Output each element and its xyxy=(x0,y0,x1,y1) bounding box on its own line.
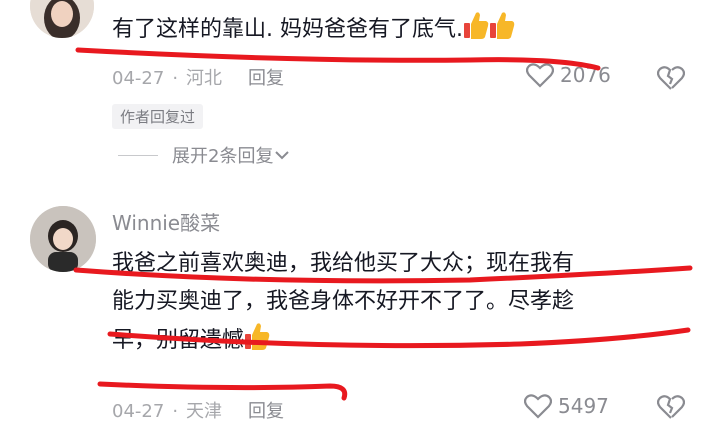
comment-text: 有了这样的靠山. 妈妈爸爸有了底气. xyxy=(112,10,515,49)
thumbs-up-emoji xyxy=(244,321,270,351)
comment-line: 我爸之前喜欢奥迪，我给他买了大众；现在我有 xyxy=(112,251,575,276)
comment-line: 早，别留遗憾 xyxy=(112,321,574,360)
like-count: 5497 xyxy=(558,394,609,418)
comment-location: 天津 xyxy=(186,401,223,422)
heart-icon xyxy=(526,63,554,88)
username[interactable]: Winnie酸菜 xyxy=(112,207,220,236)
like-button[interactable]: 2076 xyxy=(526,62,611,88)
avatar[interactable] xyxy=(30,0,94,38)
broken-heart-icon[interactable] xyxy=(657,64,685,92)
comment-meta: 04-27 · 天津 回复 xyxy=(112,401,285,422)
author-replied-badge: 作者回复过 xyxy=(112,104,204,129)
thumbs-up-emoji xyxy=(489,10,515,40)
comment-date: 04-27 xyxy=(112,401,165,422)
broken-heart-icon[interactable] xyxy=(657,393,685,421)
expand-replies-label: 展开2条回复 xyxy=(172,146,274,167)
expand-replies-button[interactable]: 展开2条回复 xyxy=(118,142,291,168)
red-underline-annotation xyxy=(73,47,693,401)
heart-icon xyxy=(524,394,552,419)
thumbs-up-emoji xyxy=(463,10,489,40)
divider xyxy=(118,154,158,156)
comment-line: 能力买奥迪了，我爸身体不好开不了了。尽孝趁 xyxy=(112,289,575,314)
reply-button[interactable]: 回复 xyxy=(248,68,284,89)
reply-button[interactable]: 回复 xyxy=(248,401,284,422)
like-button[interactable]: 5497 xyxy=(524,393,609,419)
like-count: 2076 xyxy=(560,63,611,87)
comment-meta: 04-27 · 河北 回复 xyxy=(112,68,285,89)
comment-text: 我爸之前喜欢奥迪，我给他买了大众；现在我有 能力买奥迪了，我爸身体不好开不了了。… xyxy=(112,245,574,360)
chevron-down-icon xyxy=(275,151,290,160)
comment-date: 04-27 xyxy=(112,68,165,89)
comment-location: 河北 xyxy=(186,68,223,89)
avatar[interactable] xyxy=(30,206,96,272)
